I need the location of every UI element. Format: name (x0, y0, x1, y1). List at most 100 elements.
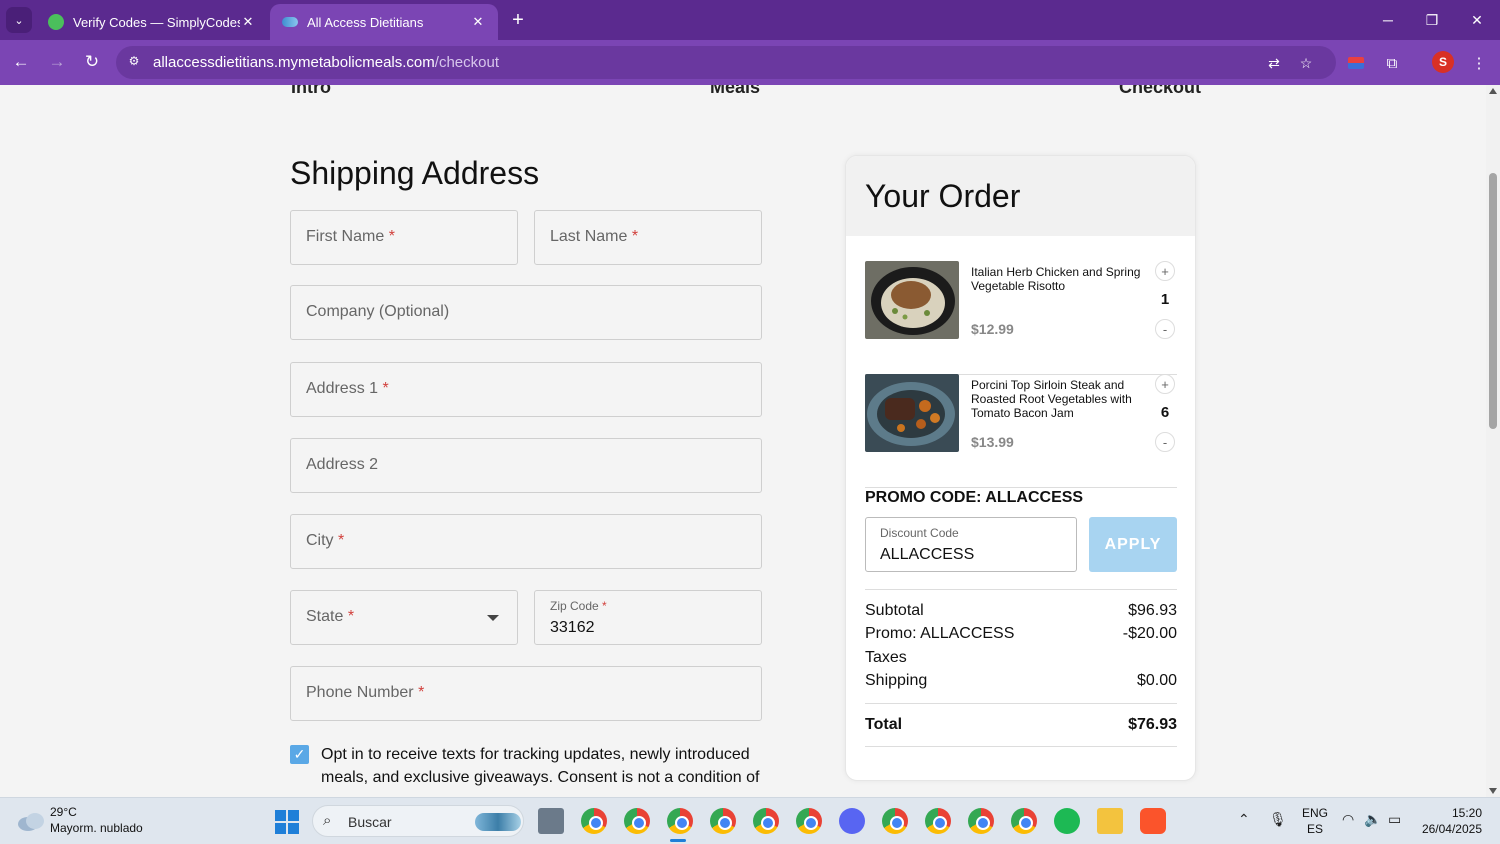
extension-icon[interactable] (1344, 51, 1368, 75)
order-item: Porcini Top Sirloin Steak and Roasted Ro… (865, 374, 1177, 488)
state-select[interactable]: State * (290, 590, 518, 645)
increase-qty-button[interactable]: + (1155, 261, 1175, 281)
close-tab-icon[interactable]: ✕ (470, 14, 486, 30)
chrome-app-icon[interactable] (667, 808, 693, 834)
input-language[interactable]: ENG ES (1302, 805, 1328, 837)
chrome-app-icon[interactable] (581, 808, 607, 834)
weather-description[interactable]: Mayorm. nublado (50, 821, 143, 835)
company-field[interactable]: Company (Optional) (290, 285, 762, 340)
optin-checkbox[interactable]: ✓ (290, 745, 309, 764)
zip-code-value: 33162 (550, 619, 595, 636)
chrome-app-icon[interactable] (925, 808, 951, 834)
simplycodes-favicon-icon (48, 14, 64, 30)
tab-search-button[interactable]: ⌄ (6, 7, 32, 33)
extensions-puzzle-icon[interactable]: ⧉ (1380, 51, 1404, 75)
brave-browser-icon[interactable] (1140, 808, 1166, 834)
chicken-risotto-image (865, 261, 959, 339)
system-clock[interactable]: 15:20 26/04/2025 (1412, 805, 1482, 837)
chrome-app-icon[interactable] (753, 808, 779, 834)
site-info-icon[interactable]: ⚙ (126, 54, 142, 70)
apply-button[interactable]: APPLY (1089, 517, 1177, 572)
your-order-title: Your Order (865, 178, 1021, 214)
discount-code-field[interactable]: Discount Code ALLACCESS (865, 517, 1077, 572)
dietitians-favicon-icon (282, 17, 298, 27)
chrome-app-icon[interactable] (796, 808, 822, 834)
browser-menu-icon[interactable]: ⋮ (1467, 51, 1491, 75)
reload-icon[interactable]: ↻ (80, 50, 104, 74)
search-highlight-image (475, 813, 521, 831)
tab-strip: ⌄ Verify Codes — SimplyCodes ✕ All Acces… (0, 0, 1500, 40)
first-name-field[interactable]: First Name * (290, 210, 518, 265)
scroll-thumb[interactable] (1489, 173, 1497, 429)
phone-number-field[interactable]: Phone Number * (290, 666, 762, 721)
battery-icon[interactable]: ▭ (1388, 811, 1401, 828)
decrease-qty-button[interactable]: - (1155, 432, 1175, 452)
shipping-address-title: Shipping Address (290, 155, 540, 191)
step-checkout[interactable]: Checkout (1119, 85, 1201, 98)
hidden-icons-chevron-icon[interactable]: ⌃ (1238, 811, 1250, 828)
tab-all-access-dietitians[interactable]: All Access Dietitians ✕ (270, 4, 498, 40)
chrome-app-icon[interactable] (624, 808, 650, 834)
tab-title: Verify Codes — SimplyCodes (73, 14, 240, 30)
translate-icon[interactable]: ⇄ (1263, 52, 1285, 74)
chrome-app-icon[interactable] (1011, 808, 1037, 834)
close-tab-icon[interactable]: ✕ (240, 14, 256, 30)
item-price: $13.99 (971, 434, 1014, 450)
last-name-field[interactable]: Last Name * (534, 210, 762, 265)
chrome-app-icon[interactable] (882, 808, 908, 834)
microphone-icon[interactable]: 🎙 (1269, 811, 1287, 828)
promo-code-title: PROMO CODE: ALLACCESS (865, 489, 1084, 506)
address2-field[interactable]: Address 2 (290, 438, 762, 493)
order-header: Your Order (846, 156, 1195, 236)
city-field[interactable]: City * (290, 514, 762, 569)
forward-icon[interactable]: → (45, 50, 69, 74)
search-icon: ⌕ (323, 812, 332, 829)
volume-icon[interactable]: 🔈 (1364, 811, 1381, 828)
tab-title: All Access Dietitians (307, 14, 424, 30)
divider (865, 703, 1177, 704)
discord-app-icon[interactable] (839, 808, 865, 834)
file-explorer-icon[interactable] (1097, 808, 1123, 834)
cloudy-weather-icon[interactable] (16, 810, 46, 832)
checkout-page: Intro Meals Checkout Shipping Address Fi… (0, 85, 1486, 797)
back-icon[interactable]: ← (9, 50, 33, 74)
windows-start-icon[interactable] (275, 810, 299, 834)
item-name: Italian Herb Chicken and Spring Vegetabl… (971, 265, 1141, 293)
divider (865, 746, 1177, 747)
spotify-app-icon[interactable] (1054, 808, 1080, 834)
scroll-up-arrow-icon[interactable] (1489, 88, 1497, 94)
step-meals[interactable]: Meals (710, 85, 760, 98)
increase-qty-button[interactable]: + (1155, 374, 1175, 394)
scroll-down-arrow-icon[interactable] (1489, 788, 1497, 794)
step-intro[interactable]: Intro (291, 85, 331, 98)
decrease-qty-button[interactable]: - (1155, 319, 1175, 339)
divider (865, 589, 1177, 590)
bookmark-star-icon[interactable]: ☆ (1295, 52, 1317, 74)
browser-toolbar: ← → ↻ ⚙ allaccessdietitians.mymetabolicm… (0, 40, 1500, 85)
item-quantity: 6 (1160, 404, 1170, 421)
address1-field[interactable]: Address 1 * (290, 362, 762, 417)
page-scrollbar[interactable] (1486, 85, 1500, 797)
order-item: Italian Herb Chicken and Spring Vegetabl… (865, 261, 1177, 375)
close-window-icon[interactable]: ✕ (1465, 8, 1489, 32)
profile-avatar[interactable]: S (1432, 51, 1454, 73)
restore-icon[interactable]: ❐ (1420, 8, 1444, 32)
tab-simplycodes[interactable]: Verify Codes — SimplyCodes ✕ (36, 4, 268, 40)
task-view-icon[interactable] (538, 808, 564, 834)
item-quantity: 1 (1160, 291, 1170, 308)
taskbar: 29°C Mayorm. nublado ⌕ Buscar ⌃ 🎙 ENG ES … (0, 797, 1500, 844)
active-app-indicator (670, 839, 686, 842)
address-bar[interactable]: ⚙ allaccessdietitians.mymetabolicmeals.c… (116, 46, 1336, 79)
discount-code-value: ALLACCESS (880, 546, 975, 563)
url-text[interactable]: allaccessdietitians.mymetabolicmeals.com… (153, 54, 499, 71)
chrome-app-icon[interactable] (968, 808, 994, 834)
temperature[interactable]: 29°C (50, 805, 77, 819)
order-summary-card: Your Order Italian Herb Chicken and Spri… (845, 155, 1196, 781)
new-tab-button[interactable]: + (506, 8, 530, 32)
item-name: Porcini Top Sirloin Steak and Roasted Ro… (971, 378, 1132, 420)
chrome-app-icon[interactable] (710, 808, 736, 834)
minimize-icon[interactable]: ─ (1376, 8, 1400, 32)
wifi-icon[interactable]: ◠ (1342, 811, 1354, 828)
zip-code-field[interactable]: Zip Code * 33162 (534, 590, 762, 645)
taskbar-search[interactable]: ⌕ Buscar (312, 805, 524, 837)
